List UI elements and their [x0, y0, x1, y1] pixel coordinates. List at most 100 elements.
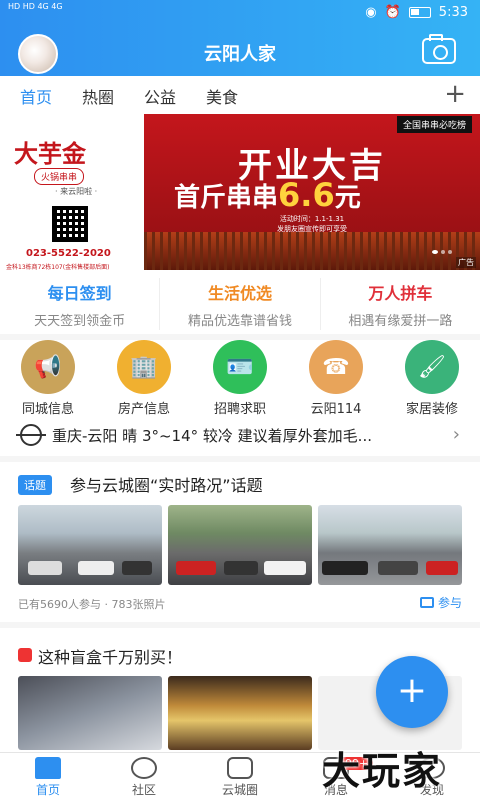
promo-carpool[interactable]: 万人拼车 相遇有缘爱拼一路: [321, 278, 480, 330]
status-right: ◉ ⏰ 5:33: [365, 5, 468, 20]
brand-logo: 大芋金: [14, 139, 86, 168]
building-icon: 🏢: [117, 340, 171, 394]
phone-114-icon: ☎: [309, 340, 363, 394]
status-bar: HD HD 4G 4G ◉ ⏰ 5:33: [0, 0, 480, 28]
tab-home[interactable]: 首页: [20, 84, 52, 117]
add-tab-icon[interactable]: +: [444, 81, 466, 107]
banner-price: 6.6: [278, 176, 335, 214]
clock: 5:33: [438, 5, 468, 20]
weather-text: 重庆-云阳 晴 3°~14° 较冷 建议着厚外套加毛...: [52, 426, 372, 445]
grid-label: 招聘求职: [213, 402, 266, 417]
pagination-dot: [448, 250, 452, 254]
traffic-photo[interactable]: [168, 505, 312, 585]
grid-label: 同城信息: [21, 402, 74, 417]
car-shape: [378, 561, 418, 575]
weather-sun-icon: [16, 424, 46, 446]
divider: [0, 622, 480, 628]
chevron-right-icon[interactable]: ›: [453, 424, 460, 445]
promo-life-picks[interactable]: 生活优选 精品优选靠谱省钱: [160, 278, 321, 330]
grid-label: 云阳114: [310, 402, 362, 417]
promo-sub: 精品优选靠谱省钱: [187, 314, 292, 329]
traffic-photo[interactable]: [318, 505, 462, 585]
weather-bar[interactable]: 重庆-云阳 晴 3°~14° 较冷 建议着厚外套加毛...: [0, 418, 480, 452]
banner-pagination: [432, 250, 452, 254]
watermark: 大玩家: [322, 748, 443, 793]
channel-tabs: 首页 热圈 公益 美食: [0, 76, 480, 117]
id-card-icon: 🪪: [213, 340, 267, 394]
ad-banner[interactable]: 大芋金 火锅串串 · 来云阳啦 · 023-5522-2020 金科13栋商72…: [0, 114, 480, 271]
nav-community[interactable]: 社区: [96, 753, 192, 800]
banner-tag: 全国串串必吃榜: [396, 116, 472, 133]
car-shape: [122, 561, 152, 575]
alarm-icon: ⏰: [384, 5, 401, 20]
camera-icon: [419, 597, 434, 608]
post-photo[interactable]: [18, 676, 162, 750]
ad-label: 广告: [456, 257, 476, 268]
nav-label: 首页: [35, 783, 60, 797]
topic-stats: 已有5690人参与 · 783张照片: [18, 598, 166, 611]
qr-code-icon: [52, 206, 88, 242]
pagination-dot: [441, 250, 445, 254]
signal-indicators: HD HD 4G 4G: [8, 2, 63, 11]
car-shape: [264, 561, 306, 575]
tab-charity[interactable]: 公益: [144, 84, 176, 108]
grid-item-jobs[interactable]: 🪪 招聘求职: [192, 340, 288, 417]
tab-food[interactable]: 美食: [206, 84, 238, 108]
post-title[interactable]: 这种盲盒千万别买！: [38, 644, 182, 668]
tab-hot[interactable]: 热圈: [82, 84, 114, 108]
car-shape: [28, 561, 62, 575]
post-type-icon: [18, 648, 32, 662]
promo-sub: 天天签到领金币: [34, 314, 126, 329]
car-shape: [426, 561, 458, 575]
app-header: 云阳人家: [0, 28, 480, 76]
traffic-photo[interactable]: [18, 505, 162, 585]
pagination-dot: [432, 250, 438, 254]
banner-brand-panel: 大芋金 火锅串串 · 来云阳啦 · 023-5522-2020 金科13栋商72…: [0, 114, 144, 271]
battery-icon: [408, 7, 431, 18]
post-photo[interactable]: [168, 676, 312, 750]
app-title: 云阳人家: [204, 44, 276, 65]
banner-promo-panel: 全国串串必吃榜 开业大吉 首斤串串6.6元 活动时间：1.1-1.31 发朋友圈…: [144, 114, 480, 270]
nav-city-circle[interactable]: 云城圈: [192, 753, 288, 800]
car-shape: [224, 561, 258, 575]
promo-sub: 相遇有缘爱拼一路: [348, 314, 453, 329]
car-shape: [176, 561, 216, 575]
nav-label: 社区: [131, 783, 156, 797]
brand-phone: 023-5522-2020: [26, 248, 111, 259]
topic-title[interactable]: 参与云城圈“实时路况”话题: [70, 472, 263, 496]
brand-address: 金科13栋商72栋107(金科售楼部后面): [6, 264, 110, 271]
eye-icon: ◉: [365, 5, 377, 20]
grid-item-local-info[interactable]: 📢 同城信息: [0, 340, 96, 417]
city-circle-icon: [227, 757, 253, 779]
paint-roller-icon: 🖌: [405, 340, 459, 394]
join-topic-button[interactable]: 参与: [419, 594, 462, 611]
megaphone-icon: 📢: [21, 340, 75, 394]
grid-label: 房产信息: [117, 402, 170, 417]
divider: [0, 456, 480, 462]
grid-label: 家居装修: [405, 402, 458, 417]
category-grid: 📢 同城信息 🏢 房产信息 🪪 招聘求职 ☎ 云阳114 🖌 家居装修: [0, 340, 480, 417]
car-shape: [78, 561, 114, 575]
promo-title: 万人拼车: [368, 284, 433, 303]
home-icon: [35, 757, 61, 779]
topic-tag: 话题: [18, 475, 52, 495]
brand-sub: 火锅串串: [34, 168, 85, 185]
promo-title: 每日签到: [47, 284, 112, 303]
promo-title: 生活优选: [207, 284, 272, 303]
banner-offer: 首斤串串6.6元: [174, 176, 361, 214]
join-label: 参与: [437, 596, 462, 610]
grid-item-home-decor[interactable]: 🖌 家居装修: [384, 340, 480, 417]
banner-note-date: 活动时间：1.1-1.31: [279, 215, 345, 223]
promo-daily-checkin[interactable]: 每日签到 天天签到领金币: [0, 278, 161, 330]
community-icon: [131, 757, 157, 779]
nav-label: 云城圈: [221, 783, 258, 797]
promo-row: 每日签到 天天签到领金币 生活优选 精品优选靠谱省钱 万人拼车 相遇有缘爱拼一路: [0, 278, 480, 330]
camera-icon[interactable]: [422, 34, 456, 64]
grid-item-114[interactable]: ☎ 云阳114: [288, 340, 384, 417]
grid-item-real-estate[interactable]: 🏢 房产信息: [96, 340, 192, 417]
nav-home[interactable]: 首页: [0, 753, 96, 800]
car-shape: [322, 561, 368, 575]
brand-tagline: · 来云阳啦 ·: [55, 187, 98, 196]
skewers-image: [144, 232, 480, 270]
add-post-button[interactable]: +: [376, 656, 448, 728]
